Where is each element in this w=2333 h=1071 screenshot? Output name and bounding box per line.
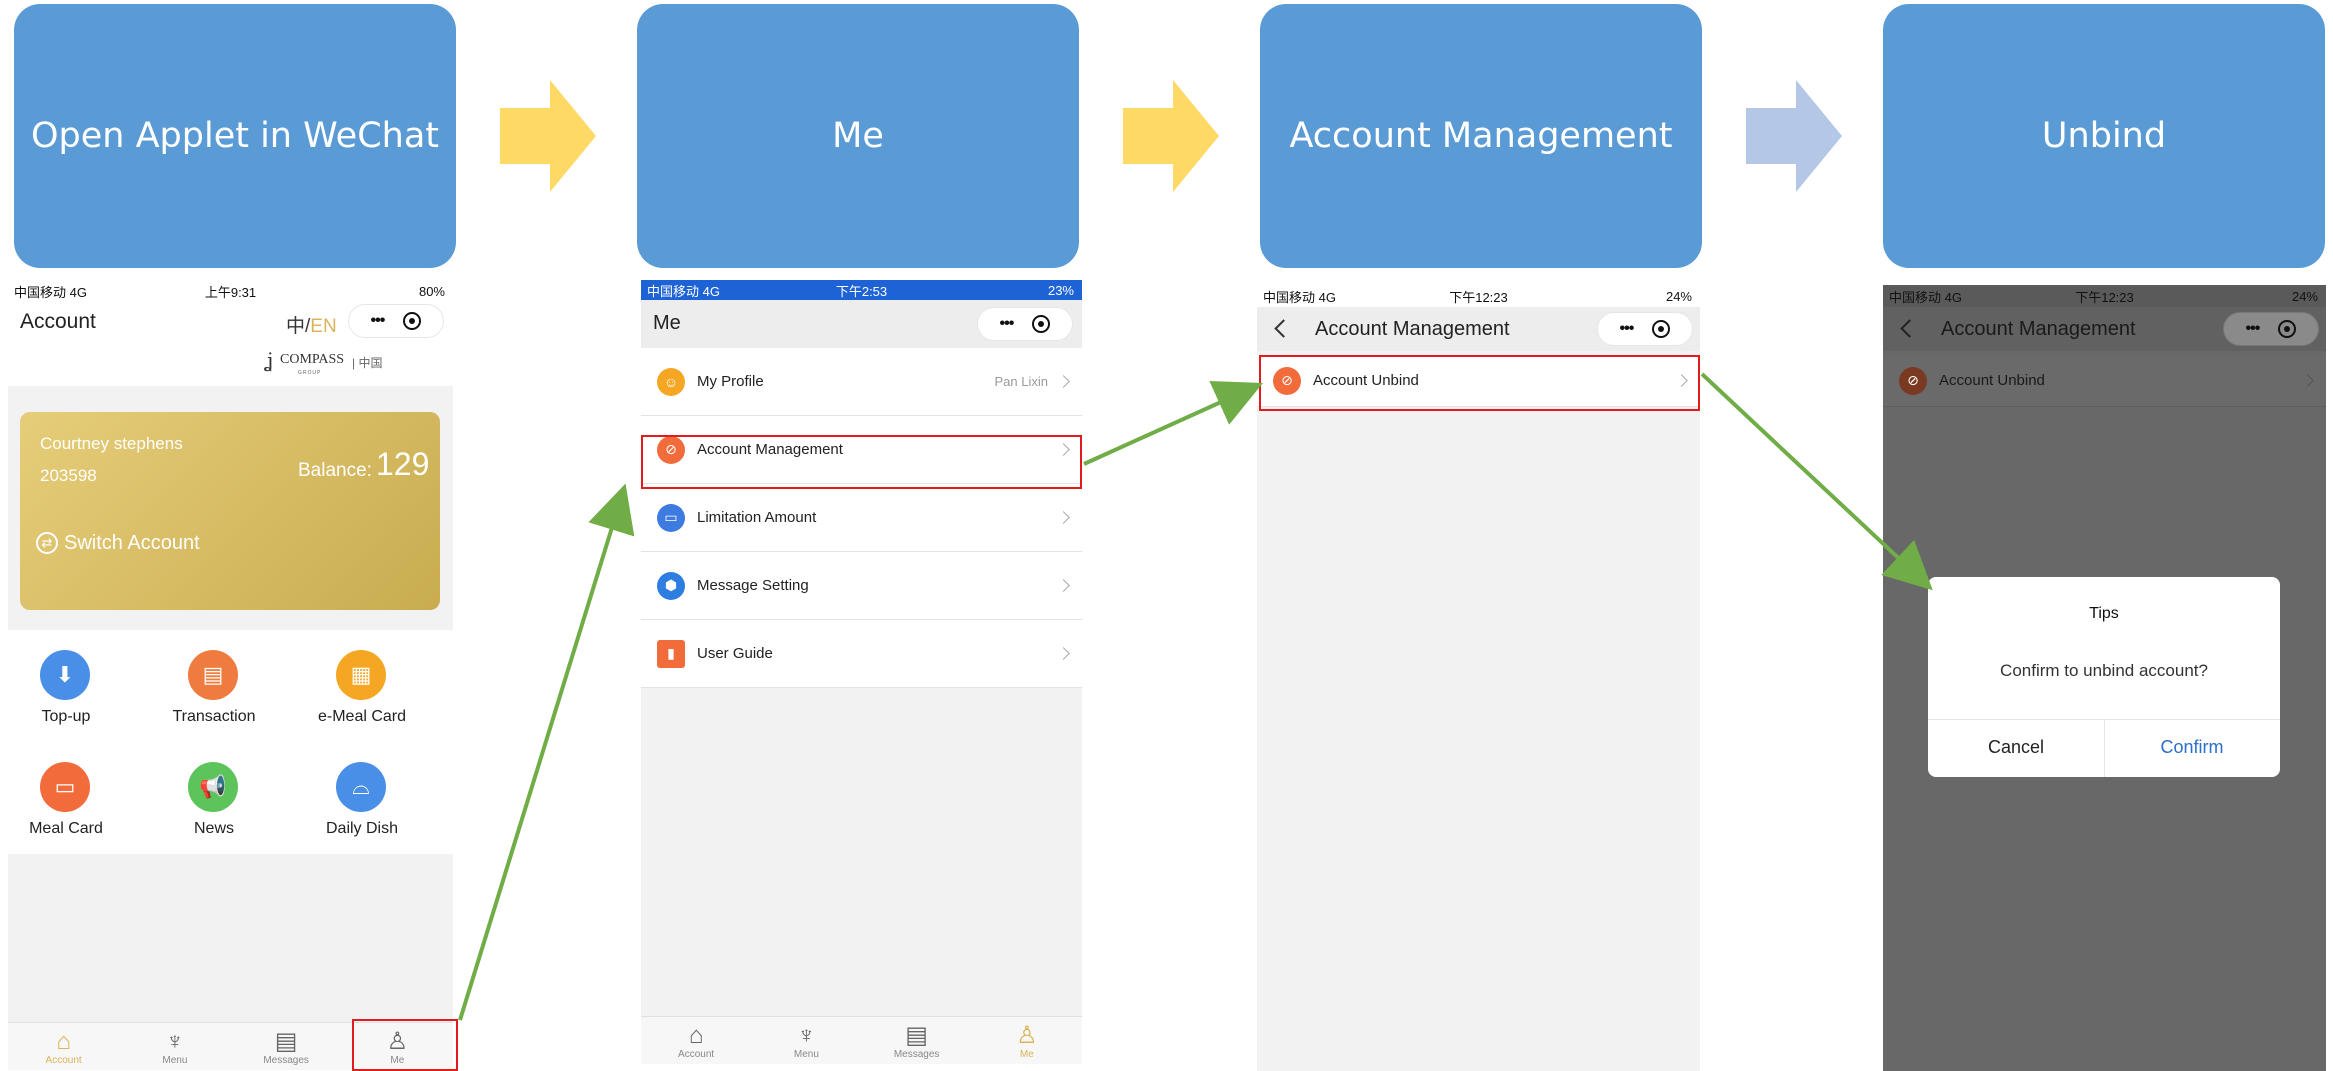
flow-arrow-1	[458, 483, 635, 1021]
flow-arrows	[458, 372, 1933, 1021]
flow-diagram: Open Applet in WeChat Me Account Managem…	[0, 0, 2333, 1071]
flow-arrow-3	[1700, 372, 1933, 591]
flow-arrow-2	[1083, 380, 1263, 466]
